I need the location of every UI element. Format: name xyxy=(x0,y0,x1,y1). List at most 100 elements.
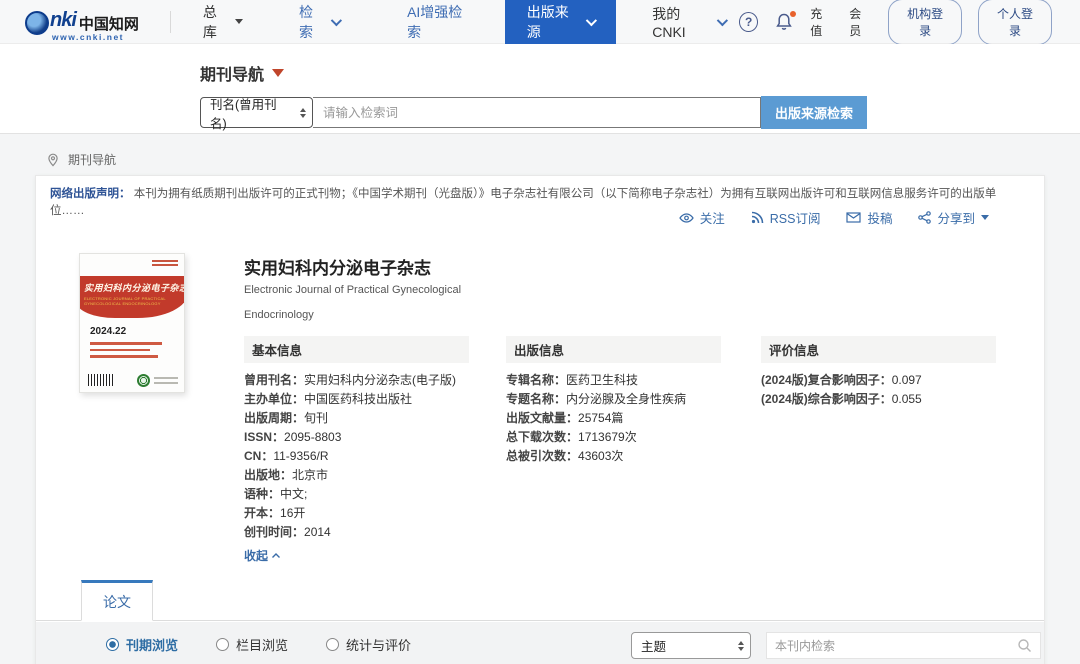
cover-article-list-lines xyxy=(90,342,170,362)
collapse-label: 收起 xyxy=(244,547,268,564)
search-field-select[interactable]: 刊名(曾用刊名) xyxy=(200,97,313,128)
sub-header: 期刊导航 刊名(曾用刊名) 出版来源检索 xyxy=(0,44,1080,134)
journal-title: 实用妇科内分泌电子杂志 xyxy=(244,254,431,279)
top-navigation-bar: nki 中国知网 www.cnki.net 总库 检索 AI增强检索 出版来源 … xyxy=(0,0,1080,44)
collapse-chevron-up-icon xyxy=(271,552,281,560)
radio-selected-icon xyxy=(106,638,119,651)
info-row: 曾用刊名：实用妇科内分泌杂志(电子版) xyxy=(244,371,469,390)
radio-label: 刊期浏览 xyxy=(126,635,178,654)
info-row: 出版周期：旬刊 xyxy=(244,409,469,428)
share-label: 分享到 xyxy=(937,208,975,227)
follow-label: 关注 xyxy=(700,208,725,227)
cover-issue-number: 2024.22 xyxy=(90,326,126,337)
search-field-value: 刊名(曾用刊名) xyxy=(210,94,292,132)
radio-column-browse[interactable]: 栏目浏览 xyxy=(216,635,288,654)
submit-label: 投稿 xyxy=(867,208,892,227)
basic-info-header: 基本信息 xyxy=(244,336,469,363)
cover-title-en: ELECTRONIC JOURNAL OF PRACTICAL GYNECOLO… xyxy=(84,296,180,306)
share-icon xyxy=(918,211,931,224)
radio-label: 统计与评价 xyxy=(346,635,411,654)
notification-dot xyxy=(790,11,796,17)
evaluation-info-header: 评价信息 xyxy=(761,336,996,363)
share-button[interactable]: 分享到 xyxy=(918,208,989,227)
cover-decorative-lines xyxy=(152,260,178,268)
info-row: 出版文献量：25754篇 xyxy=(506,409,721,428)
info-row: 总被引次数：43603次 xyxy=(506,447,721,466)
info-row: 开本：16开 xyxy=(244,504,469,523)
submit-manuscript-button[interactable]: 投稿 xyxy=(846,208,892,227)
help-icon[interactable]: ? xyxy=(739,12,758,32)
publish-info-column: 出版信息 专辑名称：医药卫生科技 专题名称：内分泌腺及全身性疾病 出版文献量：2… xyxy=(506,336,721,466)
radio-unselected-icon xyxy=(326,638,339,651)
cover-barcode xyxy=(88,374,114,386)
publish-info-header: 出版信息 xyxy=(506,336,721,363)
search-magnifier-icon[interactable] xyxy=(1017,638,1032,653)
chevron-down-icon xyxy=(586,14,597,25)
browse-mode-radio-group: 刊期浏览 栏目浏览 统计与评价 xyxy=(106,635,411,654)
nav-item-ai-search[interactable]: AI增强检索 xyxy=(393,0,489,44)
journal-navigation-dropdown[interactable]: 期刊导航 xyxy=(200,61,284,85)
cnki-globe-icon xyxy=(25,11,49,35)
journal-action-bar: 关注 RSS订阅 投稿 分享到 xyxy=(679,208,989,227)
share-dropdown-arrow-icon xyxy=(981,215,989,220)
recharge-link[interactable]: 充值 xyxy=(810,5,833,39)
red-dropdown-arrow-icon xyxy=(272,69,284,77)
tab-papers[interactable]: 论文 xyxy=(81,580,153,621)
location-pin-icon xyxy=(46,153,60,167)
breadcrumb-label: 期刊导航 xyxy=(68,151,116,168)
topnav-right-group: ? 充值 会员 机构登录 个人登录 xyxy=(739,0,1052,45)
info-row: 主办单位：中国医药科技出版社 xyxy=(244,390,469,409)
radio-statistics-evaluation[interactable]: 统计与评价 xyxy=(326,635,411,654)
rss-icon xyxy=(751,211,764,224)
nav-item-label: AI增强检索 xyxy=(407,2,475,42)
journal-title-en-line2: Endocrinology xyxy=(244,309,314,321)
nav-item-label: 检索 xyxy=(299,2,326,42)
follow-button[interactable]: 关注 xyxy=(679,208,725,227)
chevron-down-icon xyxy=(717,14,728,25)
radio-issue-browse[interactable]: 刊期浏览 xyxy=(106,635,178,654)
in-journal-search-input[interactable] xyxy=(775,639,1017,653)
cover-publisher-logo xyxy=(137,374,150,387)
basic-info-column: 基本信息 曾用刊名：实用妇科内分泌杂志(电子版) 主办单位：中国医药科技出版社 … xyxy=(244,336,469,564)
breadcrumb: 期刊导航 xyxy=(46,151,116,168)
member-link[interactable]: 会员 xyxy=(849,5,872,39)
radio-unselected-icon xyxy=(216,638,229,651)
source-search-input[interactable] xyxy=(313,97,761,128)
info-row: 专辑名称：医药卫生科技 xyxy=(506,371,721,390)
journal-detail-panel: 网络出版声明： 本刊为拥有纸质期刊出版许可的正式刊物；《中国学术期刊（光盘版）》… xyxy=(35,175,1045,664)
info-row: 语种：中文; xyxy=(244,485,469,504)
nav-item-zongku[interactable]: 总库 xyxy=(189,0,257,44)
cnki-logo[interactable]: nki 中国知网 www.cnki.net xyxy=(25,9,162,35)
in-journal-field-value: 主题 xyxy=(641,636,666,655)
cnki-url: www.cnki.net xyxy=(52,32,124,42)
browse-toolbar: 刊期浏览 栏目浏览 统计与评价 主题 xyxy=(36,622,1044,664)
rss-label: RSS订阅 xyxy=(770,208,821,227)
notice-label: 网络出版声明： xyxy=(50,188,131,200)
nav-item-publication-source[interactable]: 出版来源 xyxy=(505,0,616,44)
journal-title-en-line1: Electronic Journal of Practical Gynecolo… xyxy=(244,284,461,296)
cover-title-band: 实用妇科内分泌电子杂志 ELECTRONIC JOURNAL OF PRACTI… xyxy=(79,276,185,318)
info-row: 总下载次数：1713679次 xyxy=(506,428,721,447)
org-login-button[interactable]: 机构登录 xyxy=(888,0,962,45)
nav-item-label: 出版来源 xyxy=(527,2,582,42)
info-row: 专题名称：内分泌腺及全身性疾病 xyxy=(506,390,721,409)
source-search-button[interactable]: 出版来源检索 xyxy=(761,96,867,129)
info-row: 创刊时间：2014 xyxy=(244,523,469,542)
evaluation-info-column: 评价信息 (2024版)复合影响因子：0.097 (2024版)综合影响因子：0… xyxy=(761,336,996,409)
journal-cover-image[interactable]: 实用妇科内分泌电子杂志 ELECTRONIC JOURNAL OF PRACTI… xyxy=(79,253,185,393)
select-stepper-icon xyxy=(738,641,744,651)
nav-item-label: 总库 xyxy=(203,2,230,42)
cover-title-cn: 实用妇科内分泌电子杂志 xyxy=(84,281,180,294)
cnki-brand-cn: 中国知网 xyxy=(79,13,139,34)
content-tab-bar: 论文 xyxy=(36,581,1044,621)
rss-subscribe-button[interactable]: RSS订阅 xyxy=(751,208,821,227)
notification-bell-icon[interactable] xyxy=(774,12,794,32)
nav-item-my-cnki[interactable]: 我的CNKI xyxy=(638,0,739,44)
in-journal-field-select[interactable]: 主题 xyxy=(631,632,751,659)
info-row: ISSN：2095-8803 xyxy=(244,428,469,447)
tab-papers-label: 论文 xyxy=(103,592,131,612)
personal-login-button[interactable]: 个人登录 xyxy=(978,0,1052,45)
select-stepper-icon xyxy=(300,108,306,118)
nav-item-search[interactable]: 检索 xyxy=(285,0,353,44)
collapse-link[interactable]: 收起 xyxy=(244,547,469,564)
